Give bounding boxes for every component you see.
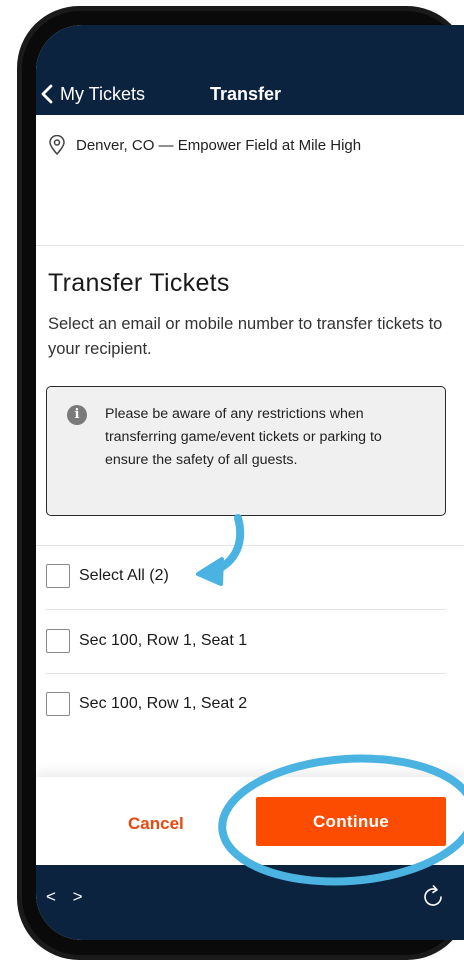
ticket-label: Sec 100, Row 1, Seat 1 — [79, 632, 248, 649]
browser-toolbar — [36, 865, 464, 940]
phone-screen: My Tickets Transfer Denver, CO — Empower… — [36, 25, 464, 940]
select-all-label: Select All (2) — [79, 567, 169, 584]
ticket-label: Sec 100, Row 1, Seat 2 — [79, 695, 248, 712]
section-description: Select an email or mobile number to tran… — [48, 315, 443, 358]
chevron-left-icon — [41, 84, 53, 104]
location-text: Denver, CO — Empower Field at Mile High — [76, 136, 362, 154]
location-pin-icon — [49, 135, 65, 155]
divider — [46, 609, 446, 610]
select-all-checkbox[interactable] — [46, 564, 70, 588]
restriction-notice: i Please be aware of any restrictions wh… — [46, 386, 446, 516]
refresh-icon[interactable] — [421, 883, 447, 909]
continue-button[interactable]: Continue — [256, 797, 446, 846]
info-icon: i — [67, 405, 87, 425]
ticket-row[interactable]: Sec 100, Row 1, Seat 2 — [46, 692, 247, 716]
cancel-button[interactable]: Cancel — [128, 814, 184, 834]
back-forward-arrows[interactable]: < > — [46, 887, 89, 907]
back-label: My Tickets — [60, 83, 146, 104]
notice-text: Please be aware of any restrictions when… — [105, 406, 382, 468]
back-button[interactable]: My Tickets — [40, 79, 145, 109]
divider — [46, 673, 446, 674]
divider — [36, 245, 464, 246]
section-heading: Transfer Tickets — [48, 269, 230, 297]
divider — [36, 545, 464, 546]
ticket-checkbox[interactable] — [46, 692, 70, 716]
ticket-row[interactable]: Sec 100, Row 1, Seat 1 — [46, 629, 247, 653]
page-title: Transfer — [210, 84, 282, 104]
ticket-checkbox[interactable] — [46, 629, 70, 653]
event-location: Denver, CO — Empower Field at Mile High — [48, 135, 361, 155]
select-all-row[interactable]: Select All (2) — [46, 564, 169, 588]
